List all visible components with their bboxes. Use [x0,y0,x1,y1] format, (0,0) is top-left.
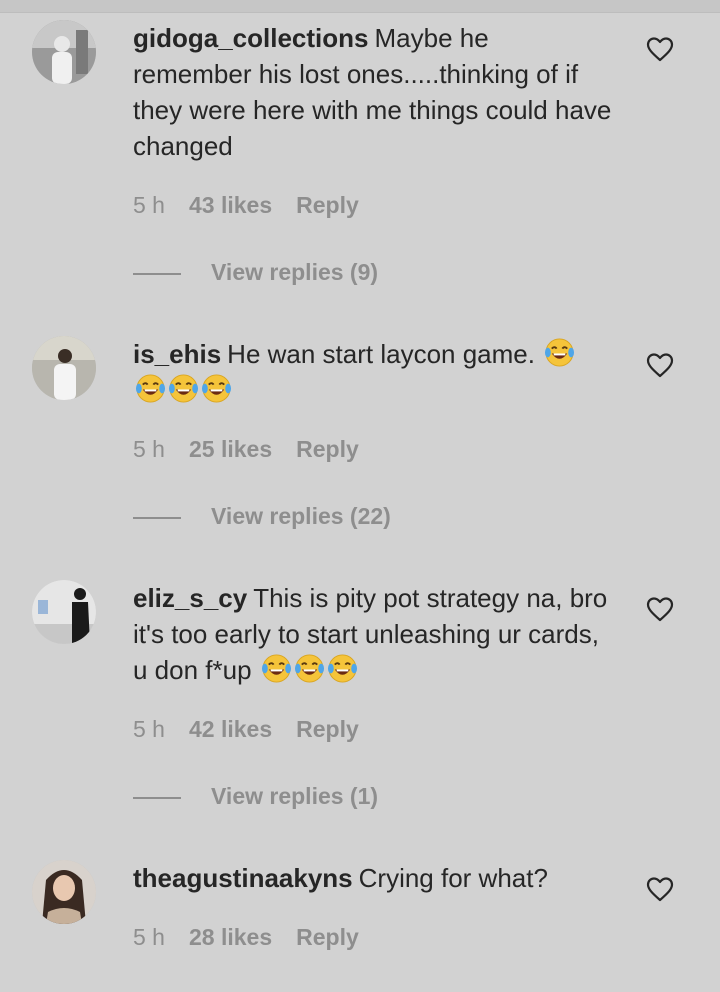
heart-outline-icon [646,353,674,378]
view-replies-label: View replies (1) [211,783,379,809]
reply-button[interactable]: Reply [296,714,359,744]
face-with-tears-of-joy-icon [261,653,292,684]
face-with-tears-of-joy-icon [544,337,575,368]
comment-username[interactable]: is_ehis [133,339,221,369]
avatar[interactable] [32,580,96,644]
comment-text: gidoga_collections Maybe he remember his … [133,20,613,164]
heart-outline-icon [646,597,674,622]
face-with-tears-of-joy-icon [135,373,166,404]
replies-divider [133,516,181,519]
comment-username[interactable]: eliz_s_cy [133,583,247,613]
view-replies-button[interactable]: View replies (22) [133,501,391,531]
heart-outline-icon [646,37,674,62]
comment-meta: 5 h 42 likes Reply [133,714,383,744]
replies-divider [133,796,181,799]
likes-count[interactable]: 42 likes [189,714,272,744]
view-replies-label: View replies (22) [211,503,391,529]
comment-body: He wan start laycon game. [227,339,535,369]
likes-count[interactable]: 43 likes [189,190,272,220]
comment-meta: 5 h 25 likes Reply [133,434,383,464]
comment-time: 5 h [133,924,165,950]
reply-button[interactable]: Reply [296,434,359,464]
view-replies-button[interactable]: View replies (9) [133,257,378,287]
comment-text: is_ehis He wan start laycon game. [133,336,613,408]
face-with-tears-of-joy-icon [327,653,358,684]
comment-time: 5 h [133,436,165,462]
comment-username[interactable]: theagustinaakyns [133,863,353,893]
like-button[interactable] [646,36,674,62]
comment-meta: 5 h 28 likes Reply [133,922,383,952]
avatar[interactable] [32,336,96,400]
comment-body: Crying for what? [358,863,548,893]
comment-meta: 5 h 43 likes Reply [133,190,383,220]
likes-count[interactable]: 28 likes [189,922,272,952]
replies-divider [133,272,181,275]
face-with-tears-of-joy-icon [201,373,232,404]
like-button[interactable] [646,352,674,378]
likes-count[interactable]: 25 likes [189,434,272,464]
comment-time: 5 h [133,716,165,742]
avatar[interactable] [32,20,96,84]
like-button[interactable] [646,876,674,902]
reply-button[interactable]: Reply [296,190,359,220]
view-replies-label: View replies (9) [211,259,379,285]
heart-outline-icon [646,877,674,902]
avatar[interactable] [32,860,96,924]
comment-username[interactable]: gidoga_collections [133,23,369,53]
comment-time: 5 h [133,192,165,218]
face-with-tears-of-joy-icon [294,653,325,684]
view-replies-button[interactable]: View replies (1) [133,781,378,811]
comment-text: theagustinaakyns Crying for what? [133,860,613,896]
reply-button[interactable]: Reply [296,922,359,952]
comment-text: eliz_s_cy This is pity pot strategy na, b… [133,580,613,688]
top-divider [0,0,720,13]
face-with-tears-of-joy-icon [168,373,199,404]
like-button[interactable] [646,596,674,622]
